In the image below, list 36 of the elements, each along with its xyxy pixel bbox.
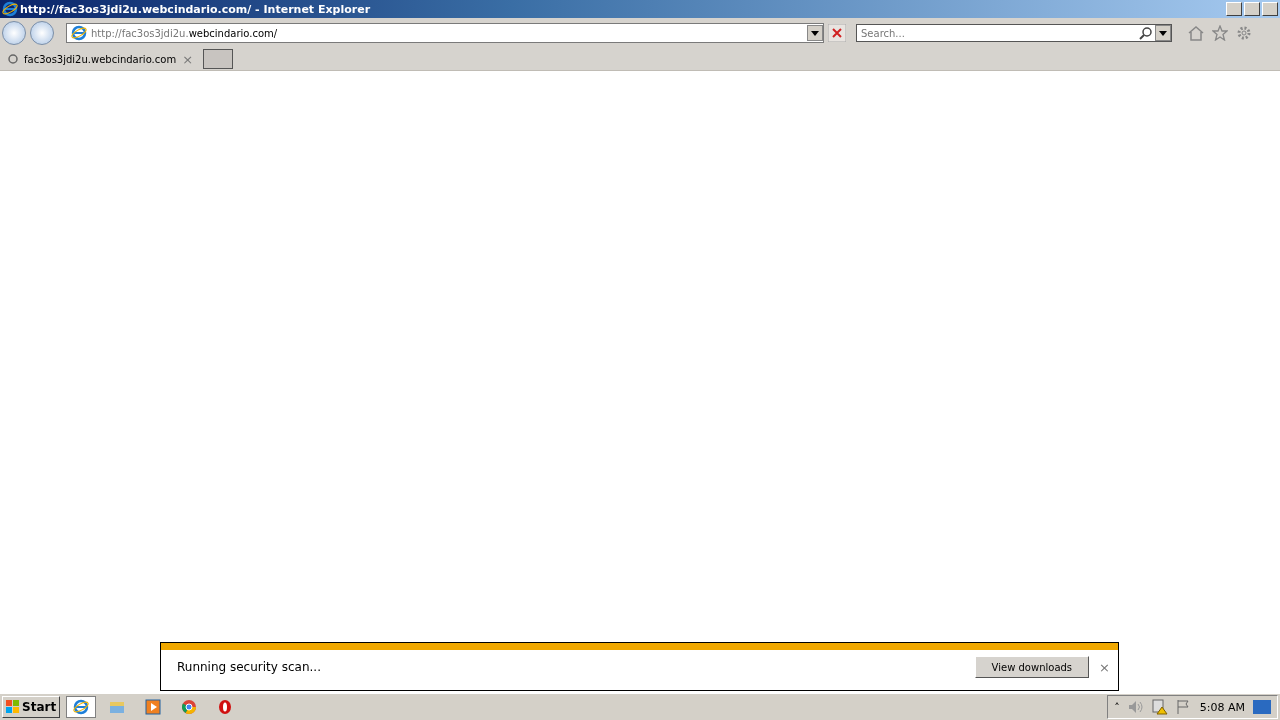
network-warning-icon[interactable]	[1151, 699, 1168, 715]
flag-icon[interactable]	[1175, 699, 1192, 715]
back-button[interactable]	[2, 21, 26, 45]
folder-icon	[109, 700, 126, 714]
search-field[interactable]: Search...	[856, 24, 1172, 42]
view-downloads-button[interactable]: View downloads	[974, 656, 1090, 678]
opera-icon	[217, 699, 234, 715]
windows-logo-icon	[6, 700, 20, 714]
close-button[interactable]	[1262, 2, 1278, 16]
star-icon[interactable]	[1212, 25, 1228, 41]
home-icon[interactable]	[1188, 25, 1204, 41]
dropdown-button[interactable]	[1155, 25, 1171, 41]
media-player-icon	[145, 699, 162, 715]
caret-icon	[1159, 30, 1167, 36]
loading-icon	[8, 54, 18, 64]
ie-logo-icon	[73, 699, 90, 715]
ie-logo-icon	[2, 1, 18, 17]
new-tab-button[interactable]	[203, 49, 234, 69]
clock[interactable]: 5:08 AM	[1199, 700, 1245, 714]
restore-button[interactable]	[1244, 2, 1260, 16]
search-icon[interactable]	[1139, 26, 1153, 40]
start-button[interactable]: Start	[2, 696, 61, 718]
dropdown-button[interactable]	[807, 25, 823, 41]
minimize-button[interactable]	[1226, 2, 1242, 16]
close-button[interactable]: ×	[1099, 659, 1110, 675]
address-field[interactable]: http://fac3os3jdi2u.webcindario.com/	[66, 23, 824, 43]
show-hidden-icons-button[interactable]: ˄	[1114, 700, 1120, 714]
forward-button[interactable]	[30, 21, 54, 45]
window-title: http://fac3os3jdi2u.webcindario.com/ - Internet Explorer	[20, 2, 372, 16]
settings-icon[interactable]	[1236, 25, 1252, 41]
caret-icon	[811, 30, 819, 36]
chrome-icon	[181, 699, 198, 715]
status-message: Running security scan...	[177, 660, 322, 674]
ie-logo-icon	[71, 25, 87, 41]
stop-icon[interactable]	[828, 24, 846, 42]
taskbar-app-button[interactable]	[66, 696, 97, 718]
